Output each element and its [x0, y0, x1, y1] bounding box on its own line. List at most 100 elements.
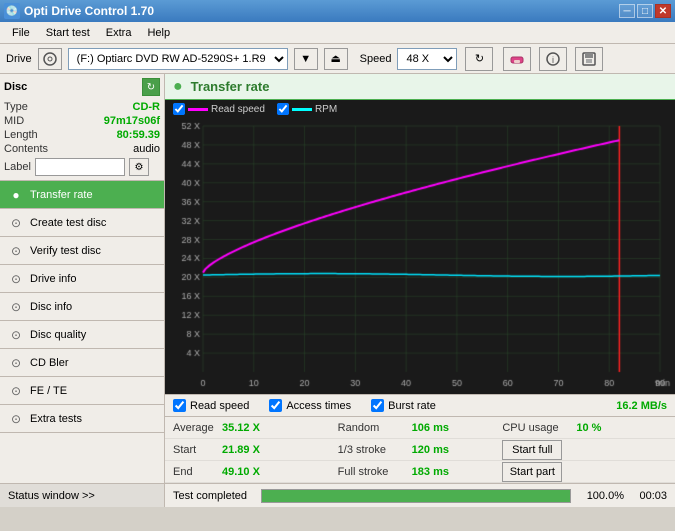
disc-label-btn[interactable]: ⚙: [129, 158, 149, 176]
sidebar-item-drive-info[interactable]: ⊙ Drive info: [0, 265, 164, 293]
cd-icon: [42, 52, 58, 66]
speed-refresh-btn[interactable]: ↻: [465, 47, 493, 71]
check-read-speed-label: Read speed: [190, 400, 249, 412]
maximize-button[interactable]: □: [637, 4, 653, 18]
check-burst-rate-input[interactable]: [371, 399, 384, 412]
disc-contents-label: Contents: [4, 143, 48, 155]
drive-refresh-btn[interactable]: ▼: [294, 48, 318, 70]
extra-tests-icon: ⊙: [8, 411, 24, 427]
title-bar-left: 💿 Opti Drive Control 1.70: [4, 3, 154, 19]
disc-label-input[interactable]: [35, 158, 125, 176]
stat-stroke1-label: 1/3 stroke: [338, 444, 408, 456]
drive-icon-btn[interactable]: [38, 48, 62, 70]
status-window-btn[interactable]: Status window >>: [0, 483, 164, 507]
menu-start-test[interactable]: Start test: [38, 25, 98, 41]
drive-eject-btn[interactable]: ⏏: [324, 48, 348, 70]
stat-start-full-area: Start full: [502, 440, 667, 460]
start-full-button[interactable]: Start full: [502, 440, 562, 460]
verify-test-disc-icon: ⊙: [8, 243, 24, 259]
disc-length-value: 80:59.39: [117, 129, 160, 141]
stat-average-label: Average: [173, 422, 218, 434]
sidebar-item-verify-test-disc[interactable]: ⊙ Verify test disc: [0, 237, 164, 265]
legend-magenta-line: [188, 108, 208, 111]
sidebar-item-label-fe-te: FE / TE: [30, 385, 67, 397]
progress-percent: 100.0%: [579, 490, 624, 502]
check-burst-rate-label: Burst rate: [388, 400, 436, 412]
drive-select[interactable]: (F:) Optiarc DVD RW AD-5290S+ 1.R9: [68, 48, 288, 70]
chart-canvas: [165, 118, 675, 394]
transfer-rate-icon: ●: [8, 187, 24, 203]
check-read-speed-input[interactable]: [173, 399, 186, 412]
sidebar-item-extra-tests[interactable]: ⊙ Extra tests: [0, 405, 164, 433]
stat-end-value: 49.10 X: [222, 466, 272, 478]
stat-end: End 49.10 X: [173, 466, 338, 478]
checks-row: Read speed Access times Burst rate 16.2 …: [165, 394, 675, 416]
disc-header: Disc ↻: [4, 78, 160, 96]
erase-btn[interactable]: [503, 47, 531, 71]
check-access-times-label: Access times: [286, 400, 351, 412]
sidebar-item-disc-quality[interactable]: ⊙ Disc quality: [0, 321, 164, 349]
check-access-times-input[interactable]: [269, 399, 282, 412]
sidebar-item-fe-te[interactable]: ⊙ FE / TE: [0, 377, 164, 405]
cd-bler-icon: ⊙: [8, 355, 24, 371]
legend-cyan-line: [292, 108, 312, 111]
menu-extra[interactable]: Extra: [98, 25, 140, 41]
check-access-times: Access times: [269, 399, 351, 412]
speed-select[interactable]: 48 X: [397, 48, 457, 70]
close-button[interactable]: ✕: [655, 4, 671, 18]
sidebar-item-disc-info[interactable]: ⊙ Disc info: [0, 293, 164, 321]
title-bar: 💿 Opti Drive Control 1.70 ─ □ ✕: [0, 0, 675, 22]
minimize-button[interactable]: ─: [619, 4, 635, 18]
stat-fullstroke-label: Full stroke: [338, 466, 408, 478]
info-btn[interactable]: i: [539, 47, 567, 71]
info-icon: i: [545, 51, 561, 67]
stat-random: Random 106 ms: [338, 422, 503, 434]
disc-mid-label: MID: [4, 115, 24, 127]
sidebar-item-label-verify: Verify test disc: [30, 245, 101, 257]
start-part-button[interactable]: Start part: [502, 462, 562, 482]
stats-row-2: Start 21.89 X 1/3 stroke 120 ms Start fu…: [165, 439, 675, 461]
stat-start: Start 21.89 X: [173, 444, 338, 456]
progress-bar-outer: [261, 489, 571, 503]
check-burst-rate: Burst rate: [371, 399, 436, 412]
disc-title: Disc: [4, 81, 27, 93]
sidebar-item-label-disc-quality: Disc quality: [30, 329, 86, 341]
sidebar-item-create-test-disc[interactable]: ⊙ Create test disc: [0, 209, 164, 237]
transfer-rate-title: Transfer rate: [191, 79, 270, 94]
disc-section: Disc ↻ Type CD-R MID 97m17s06f Length 80…: [0, 74, 164, 181]
stat-random-value: 106 ms: [412, 422, 457, 434]
legend-rpm-checkbox[interactable]: [277, 103, 289, 115]
menu-bar: File Start test Extra Help: [0, 22, 675, 44]
stats-area: Average 35.12 X Random 106 ms CPU usage …: [165, 416, 675, 483]
legend-read-speed: Read speed: [173, 103, 265, 115]
stat-cpu-label: CPU usage: [502, 422, 572, 434]
burst-value: 16.2 MB/s: [616, 400, 667, 412]
disc-mid-row: MID 97m17s06f: [4, 114, 160, 128]
disc-refresh-btn[interactable]: ↻: [142, 78, 160, 96]
erase-icon: [509, 51, 525, 67]
disc-quality-icon: ⊙: [8, 327, 24, 343]
sidebar-item-cd-bler[interactable]: ⊙ CD Bler: [0, 349, 164, 377]
menu-help[interactable]: Help: [139, 25, 178, 41]
disc-type-label: Type: [4, 101, 28, 113]
drive-info-icon: ⊙: [8, 271, 24, 287]
stat-average-value: 35.12 X: [222, 422, 272, 434]
stat-start-part-area: Start part: [502, 462, 667, 482]
stat-end-label: End: [173, 466, 218, 478]
sidebar-item-label-drive-info: Drive info: [30, 273, 76, 285]
legend-read-speed-checkbox[interactable]: [173, 103, 185, 115]
stat-average: Average 35.12 X: [173, 422, 338, 434]
disc-contents-value: audio: [133, 143, 160, 155]
stats-row-1: Average 35.12 X Random 106 ms CPU usage …: [165, 417, 675, 439]
disc-contents-row: Contents audio: [4, 142, 160, 156]
sidebar-item-transfer-rate[interactable]: ● Transfer rate: [0, 181, 164, 209]
chart-container: [165, 118, 675, 394]
menu-file[interactable]: File: [4, 25, 38, 41]
save-btn[interactable]: [575, 47, 603, 71]
stat-stroke1-value: 120 ms: [412, 444, 457, 456]
stat-random-label: Random: [338, 422, 408, 434]
legend-rpm-check: RPM: [277, 103, 337, 115]
stat-start-label: Start: [173, 444, 218, 456]
disc-label-row: Label ⚙: [4, 158, 160, 176]
sidebar-item-label-extra-tests: Extra tests: [30, 413, 82, 425]
